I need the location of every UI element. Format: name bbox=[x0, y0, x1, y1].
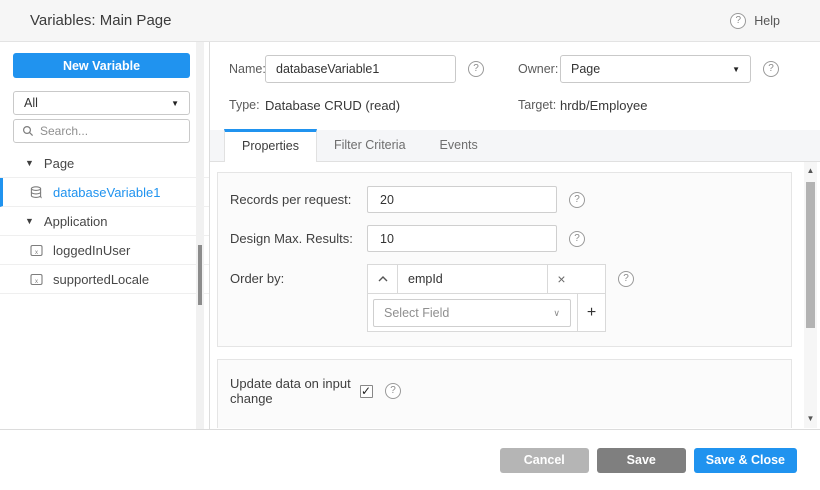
svg-text:x: x bbox=[35, 250, 38, 256]
chevron-up-icon bbox=[378, 276, 388, 282]
type-label: Type: bbox=[229, 98, 265, 112]
svg-text:x: x bbox=[35, 279, 38, 285]
database-variable-icon bbox=[30, 186, 43, 199]
owner-value: Page bbox=[571, 62, 600, 76]
chevron-down-icon: ▼ bbox=[25, 216, 34, 226]
help-circle-icon: ? bbox=[730, 13, 746, 29]
records-per-request-label: Records per request: bbox=[230, 192, 367, 207]
variable-meta: Name:* ? Owner:* Page ▼ ? Type: Database… bbox=[210, 42, 820, 115]
tree-item-supportedlocale[interactable]: x supportedLocale bbox=[0, 265, 209, 294]
remove-order-field-button[interactable]: × bbox=[547, 265, 575, 293]
tab-properties[interactable]: Properties bbox=[224, 129, 317, 162]
update-on-change-label: Update data on input change bbox=[230, 376, 360, 406]
tree-group-label: Page bbox=[44, 156, 74, 171]
sort-direction-toggle[interactable] bbox=[368, 265, 398, 293]
design-max-results-input[interactable] bbox=[367, 225, 557, 252]
dialog-header: Variables: Main Page ? Help bbox=[0, 0, 820, 42]
owner-help-icon[interactable]: ? bbox=[763, 61, 779, 77]
tree-item-databasevariable1[interactable]: databaseVariable1 bbox=[0, 178, 209, 207]
owner-label: Owner:* bbox=[518, 62, 560, 76]
search-input[interactable] bbox=[40, 124, 170, 138]
content-scrollbar[interactable]: ▲ ▼ bbox=[804, 162, 817, 428]
order-by-field-input[interactable] bbox=[398, 265, 547, 293]
properties-tab-content: Records per request: ? Design Max. Resul… bbox=[210, 162, 820, 428]
tree-item-label: databaseVariable1 bbox=[53, 185, 160, 200]
update-on-change-help-icon[interactable]: ? bbox=[385, 383, 401, 399]
records-help-icon[interactable]: ? bbox=[569, 192, 585, 208]
variables-sidebar: New Variable All ▼ ▼ Page bbox=[0, 42, 210, 429]
scroll-down-arrow-icon[interactable]: ▼ bbox=[804, 412, 817, 426]
variables-dialog: Variables: Main Page ? Help New Variable… bbox=[0, 0, 820, 490]
new-variable-button[interactable]: New Variable bbox=[13, 53, 190, 78]
variables-tree: ▼ Page databaseVariable1 ▼ Application x bbox=[0, 149, 209, 294]
chevron-down-icon: ▼ bbox=[25, 158, 34, 168]
save-button[interactable]: Save bbox=[597, 448, 686, 473]
target-value: hrdb/Employee bbox=[560, 98, 647, 113]
scroll-up-arrow-icon[interactable]: ▲ bbox=[804, 164, 817, 178]
select-field-dropdown[interactable]: Select Field ∨ bbox=[373, 299, 571, 327]
name-help-icon[interactable]: ? bbox=[468, 61, 484, 77]
variable-detail-panel: Name:* ? Owner:* Page ▼ ? Type: Database… bbox=[210, 42, 820, 429]
add-order-field-button[interactable]: + bbox=[577, 294, 605, 331]
design-max-results-label: Design Max. Results: bbox=[230, 231, 367, 246]
tree-item-label: loggedInUser bbox=[53, 243, 130, 258]
save-and-close-button[interactable]: Save & Close bbox=[694, 448, 797, 473]
name-input[interactable] bbox=[265, 55, 456, 83]
variable-filter-value: All bbox=[24, 96, 38, 110]
sidebar-scrollbar-thumb[interactable] bbox=[198, 245, 202, 305]
type-value: Database CRUD (read) bbox=[265, 98, 456, 113]
update-on-change-checkbox[interactable] bbox=[360, 385, 373, 398]
order-by-control: × Select Field ∨ + bbox=[367, 264, 606, 332]
page-title: Variables: Main Page bbox=[30, 12, 171, 29]
cancel-button[interactable]: Cancel bbox=[500, 448, 589, 473]
behavior-settings-section: Update data on input change ? Request da… bbox=[217, 359, 792, 428]
tree-item-label: supportedLocale bbox=[53, 272, 149, 287]
help-label: Help bbox=[754, 14, 780, 28]
tab-events[interactable]: Events bbox=[423, 129, 495, 161]
name-label: Name:* bbox=[229, 62, 265, 76]
sidebar-scrollbar[interactable] bbox=[196, 42, 204, 429]
dropdown-caret-icon: ▼ bbox=[171, 99, 179, 108]
target-label: Target: bbox=[518, 98, 560, 112]
select-field-placeholder: Select Field bbox=[384, 306, 449, 320]
tree-group-page[interactable]: ▼ Page bbox=[0, 149, 209, 178]
tree-group-label: Application bbox=[44, 214, 108, 229]
help-link[interactable]: ? Help bbox=[730, 13, 780, 29]
variable-search-box[interactable] bbox=[13, 119, 190, 143]
design-max-help-icon[interactable]: ? bbox=[569, 231, 585, 247]
order-by-help-icon[interactable]: ? bbox=[618, 271, 634, 287]
content-scrollbar-thumb[interactable] bbox=[806, 182, 815, 328]
variable-icon: x bbox=[30, 244, 43, 257]
order-by-label: Order by: bbox=[230, 271, 367, 286]
tab-bar: Properties Filter Criteria Events bbox=[210, 130, 820, 162]
data-settings-section: Records per request: ? Design Max. Resul… bbox=[217, 172, 792, 347]
variable-filter-select[interactable]: All ▼ bbox=[13, 91, 190, 115]
owner-select[interactable]: Page ▼ bbox=[560, 55, 751, 83]
dialog-footer: Cancel Save Save & Close bbox=[0, 429, 820, 490]
dropdown-caret-icon: ▼ bbox=[732, 65, 740, 74]
tree-group-application[interactable]: ▼ Application bbox=[0, 207, 209, 236]
variable-icon: x bbox=[30, 273, 43, 286]
tab-filter-criteria[interactable]: Filter Criteria bbox=[317, 129, 423, 161]
search-icon bbox=[22, 125, 34, 137]
chevron-down-icon: ∨ bbox=[553, 308, 560, 319]
records-per-request-input[interactable] bbox=[367, 186, 557, 213]
tree-item-loggedinuser[interactable]: x loggedInUser bbox=[0, 236, 209, 265]
